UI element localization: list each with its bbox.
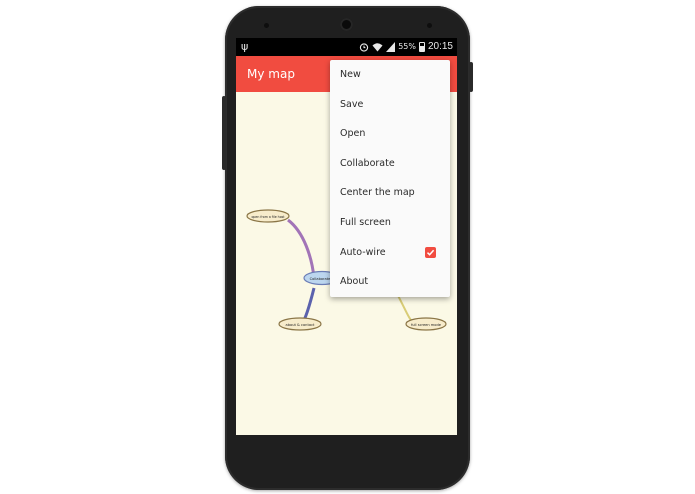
front-camera: [340, 18, 353, 31]
menu-item-new[interactable]: New: [330, 60, 450, 90]
overflow-menu: New Save Open Collaborate Center the map…: [330, 60, 450, 297]
node-label: open from a file host: [251, 215, 285, 219]
menu-item-center-map[interactable]: Center the map: [330, 178, 450, 208]
power-button: [469, 62, 473, 92]
usb-icon: ψ: [241, 40, 249, 53]
menu-item-full-screen[interactable]: Full screen: [330, 208, 450, 238]
menu-item-label: Auto-wire: [340, 246, 386, 258]
menu-item-about[interactable]: About: [330, 267, 450, 297]
battery-percent: 55%: [398, 42, 416, 51]
sensor-dot-right: [427, 23, 432, 28]
clock: 20:15: [427, 41, 453, 52]
checkmark-icon: [426, 249, 435, 256]
menu-item-collaborate[interactable]: Collaborate: [330, 149, 450, 179]
mind-map-node[interactable]: about & contact: [278, 317, 322, 331]
status-bar: ψ 55% 20:15: [236, 38, 457, 56]
node-label: about & contact: [286, 323, 315, 327]
mind-map-node[interactable]: open from a file host: [246, 209, 290, 223]
alarm-icon: [360, 42, 369, 52]
node-label: full screen mode: [411, 323, 442, 327]
sensor-dot: [264, 23, 269, 28]
branch-link-top: [287, 218, 316, 279]
menu-item-open[interactable]: Open: [330, 119, 450, 149]
battery-icon: [418, 41, 425, 52]
menu-item-label: About: [340, 276, 369, 288]
node-label: Collaborate: [310, 277, 331, 281]
mind-map-node[interactable]: full screen mode: [405, 317, 447, 331]
menu-item-auto-wire[interactable]: Auto-wire: [330, 238, 450, 268]
menu-item-label: Save: [340, 98, 364, 110]
app-title: My map: [247, 67, 295, 81]
menu-item-label: Collaborate: [340, 157, 395, 169]
menu-item-save[interactable]: Save: [330, 90, 450, 120]
wifi-icon: [372, 42, 383, 51]
volume-button: [222, 96, 226, 170]
menu-item-label: Open: [340, 128, 366, 140]
menu-item-label: Full screen: [340, 216, 391, 228]
auto-wire-checkbox[interactable]: [425, 246, 436, 258]
signal-icon: [386, 41, 396, 52]
menu-item-label: Center the map: [340, 187, 415, 199]
menu-item-label: New: [340, 69, 361, 80]
